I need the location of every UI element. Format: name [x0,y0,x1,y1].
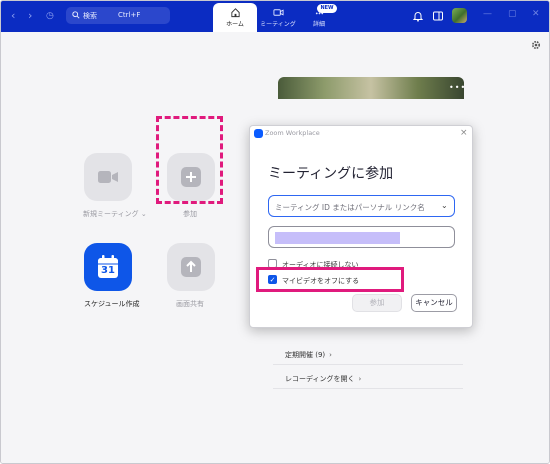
dialog-heading: ミーティングに参加 [268,166,394,182]
share-screen-button[interactable] [167,243,215,291]
join-submit-button[interactable]: 参加 [352,294,402,312]
search-icon [72,11,80,19]
minimize-icon[interactable]: — [483,9,492,19]
tab-meetings-label: ミーティング [260,21,296,28]
meeting-id-input[interactable]: ミーティング ID またはパーソナル リンク名 ⌄ [268,195,455,217]
list-item[interactable]: 定期開催 (9) › [273,343,463,365]
cancel-button[interactable]: キャンセル [411,294,457,312]
forward-arrow-icon[interactable]: › [28,10,32,22]
new-meeting-label: 新規ミーティング ⌄ [83,210,147,218]
zoom-logo-icon [254,129,263,138]
new-meeting-button[interactable] [84,153,132,201]
redacted-name-highlight [275,232,400,244]
close-window-icon[interactable]: ✕ [532,9,540,19]
maximize-icon[interactable]: ▢ [508,9,517,19]
more-options-icon[interactable]: ••• [449,83,466,92]
meeting-id-placeholder: ミーティング ID またはパーソナル リンク名 [275,203,425,212]
tab-details-label: 詳細 [312,21,325,28]
video-camera-icon [98,171,118,183]
video-camera-icon [272,9,284,16]
chevron-right-icon: › [358,375,362,383]
dialog-window-title: Zoom Workplace [265,129,320,137]
share-arrow-up-icon [181,257,201,277]
bell-icon[interactable] [412,10,424,22]
join-label: 参加 [183,210,197,218]
tab-meetings[interactable]: ミーティング [257,3,299,32]
whiteboard-icon[interactable] [432,10,444,22]
history-icon[interactable]: ◷ [46,10,54,22]
calendar-day: 31 [101,265,115,276]
search-box[interactable]: 検索 Ctrl+F [66,7,170,24]
avatar[interactable] [452,8,467,23]
gear-icon[interactable] [531,40,541,50]
search-shortcut: Ctrl+F [118,11,141,19]
list-item-label: 定期開催 (9) [285,351,326,359]
share-screen-label: 画面共有 [176,300,204,308]
close-icon[interactable]: × [460,128,468,138]
new-badge: NEW [317,4,337,13]
app-window: ‹ › ◷ 検索 Ctrl+F ホーム ミーティング 詳細 NEW — ▢ ✕ … [0,0,550,464]
schedule-button[interactable]: 31 [84,243,132,291]
join-meeting-dialog: Zoom Workplace × ミーティングに参加 ミーティング ID または… [249,125,473,328]
display-name-input[interactable] [268,226,455,248]
list-item[interactable]: レコーディングを開く › [273,367,463,389]
tab-home[interactable]: ホーム [213,3,257,32]
chevron-down-icon[interactable]: ⌄ [141,210,147,218]
join-highlight-annotation [156,116,223,204]
schedule-label: スケジュール作成 [84,300,140,308]
calendar-background-image [278,77,464,99]
home-icon [230,8,240,18]
tab-home-label: ホーム [226,21,244,28]
chevron-down-icon[interactable]: ⌄ [441,201,448,210]
chevron-right-icon: › [329,351,332,359]
title-bar: ‹ › ◷ 検索 Ctrl+F ホーム ミーティング 詳細 NEW — ▢ ✕ [1,1,549,32]
list-item-label: レコーディングを開く [285,375,355,383]
video-off-highlight-annotation [256,267,404,292]
back-arrow-icon[interactable]: ‹ [11,10,15,22]
search-label: 検索 [83,12,97,20]
